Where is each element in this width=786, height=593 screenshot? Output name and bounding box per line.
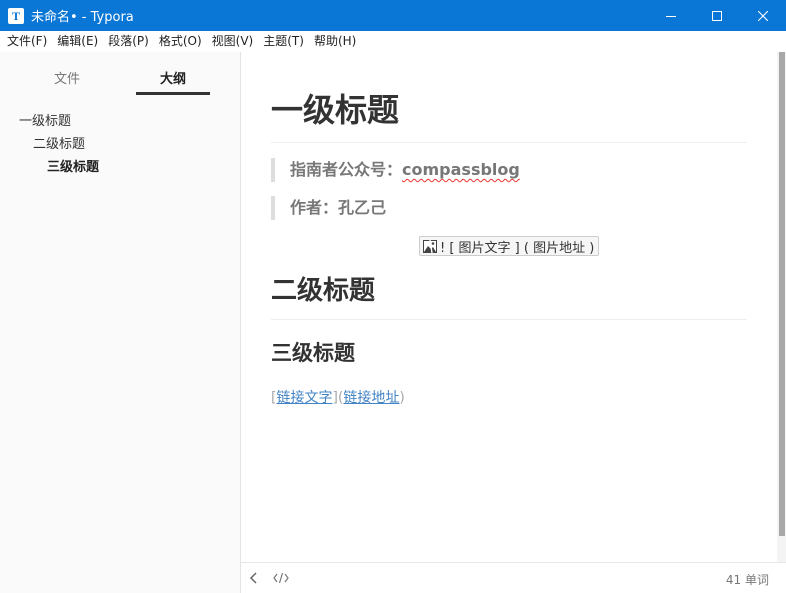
- outline-list: 一级标题 二级标题 三级标题: [0, 102, 240, 179]
- image-placeholder-text: ! [ 图片文字 ] ( 图片地址 ): [440, 240, 595, 256]
- outline-item-h1[interactable]: 一级标题: [0, 110, 240, 133]
- menu-view[interactable]: 视图(V): [207, 31, 259, 52]
- quote-1-prefix: 指南者公众号：: [290, 160, 403, 179]
- menu-theme[interactable]: 主题(T): [258, 31, 309, 52]
- maximize-icon: [712, 10, 722, 21]
- menu-file[interactable]: 文件(F): [2, 31, 52, 52]
- active-tab-indicator: [136, 92, 210, 95]
- maximize-button[interactable]: [694, 0, 740, 31]
- menu-format[interactable]: 格式(O): [154, 31, 207, 52]
- heading-1[interactable]: 一级标题: [271, 88, 747, 143]
- tab-files[interactable]: 文件: [54, 68, 80, 87]
- blockquote-2[interactable]: 作者：孔乙己: [271, 196, 747, 220]
- outline-item-h2[interactable]: 二级标题: [0, 133, 240, 156]
- minimize-button[interactable]: [648, 0, 694, 31]
- status-bar: 41 单词: [241, 562, 786, 593]
- misspelled-word[interactable]: compassblog: [402, 160, 520, 179]
- link-url[interactable]: 链接地址: [343, 390, 399, 406]
- title-bar: T 未命名• - Typora: [0, 0, 786, 31]
- quote-2-text: 作者：孔乙己: [290, 198, 387, 217]
- source-code-mode-button[interactable]: [273, 571, 289, 588]
- editor-scrollbar[interactable]: [777, 52, 786, 562]
- menu-bar: 文件(F) 编辑(E) 段落(P) 格式(O) 视图(V) 主题(T) 帮助(H…: [0, 31, 786, 52]
- close-button[interactable]: [740, 0, 786, 31]
- link-close-bracket: ): [399, 390, 405, 406]
- chevron-left-icon: [249, 572, 257, 584]
- typora-app-icon: T: [8, 7, 24, 24]
- markdown-link[interactable]: [链接文字](链接地址): [271, 388, 405, 408]
- menu-edit[interactable]: 编辑(E): [52, 31, 103, 52]
- toggle-sidebar-button[interactable]: [249, 571, 259, 588]
- editor-area[interactable]: 一级标题 指南者公众号：compassblog 作者：孔乙己 ! [ 图片文字 …: [241, 52, 786, 562]
- heading-2[interactable]: 二级标题: [271, 273, 747, 320]
- sidebar: 文件 大纲 一级标题 二级标题 三级标题: [0, 52, 241, 593]
- heading-3[interactable]: 三级标题: [271, 338, 355, 368]
- menu-help[interactable]: 帮助(H): [309, 31, 361, 52]
- image-placeholder[interactable]: ! [ 图片文字 ] ( 图片地址 ): [419, 236, 600, 256]
- window-title: 未命名• - Typora: [31, 10, 134, 25]
- sidebar-tabs: 文件 大纲: [0, 52, 240, 102]
- code-icon: [273, 572, 289, 584]
- broken-image-icon: [423, 239, 437, 253]
- tab-outline[interactable]: 大纲: [160, 68, 186, 87]
- word-count[interactable]: 41 单词: [726, 571, 769, 588]
- link-mid-bracket: ](: [332, 390, 344, 406]
- outline-item-h3[interactable]: 三级标题: [0, 156, 240, 179]
- link-text[interactable]: 链接文字: [276, 390, 332, 406]
- close-icon: [758, 10, 768, 21]
- blockquote-1[interactable]: 指南者公众号：compassblog: [271, 158, 747, 182]
- scrollbar-thumb[interactable]: [779, 52, 785, 536]
- minimize-icon: [666, 15, 676, 17]
- window-controls: [648, 0, 786, 31]
- menu-paragraph[interactable]: 段落(P): [103, 31, 154, 52]
